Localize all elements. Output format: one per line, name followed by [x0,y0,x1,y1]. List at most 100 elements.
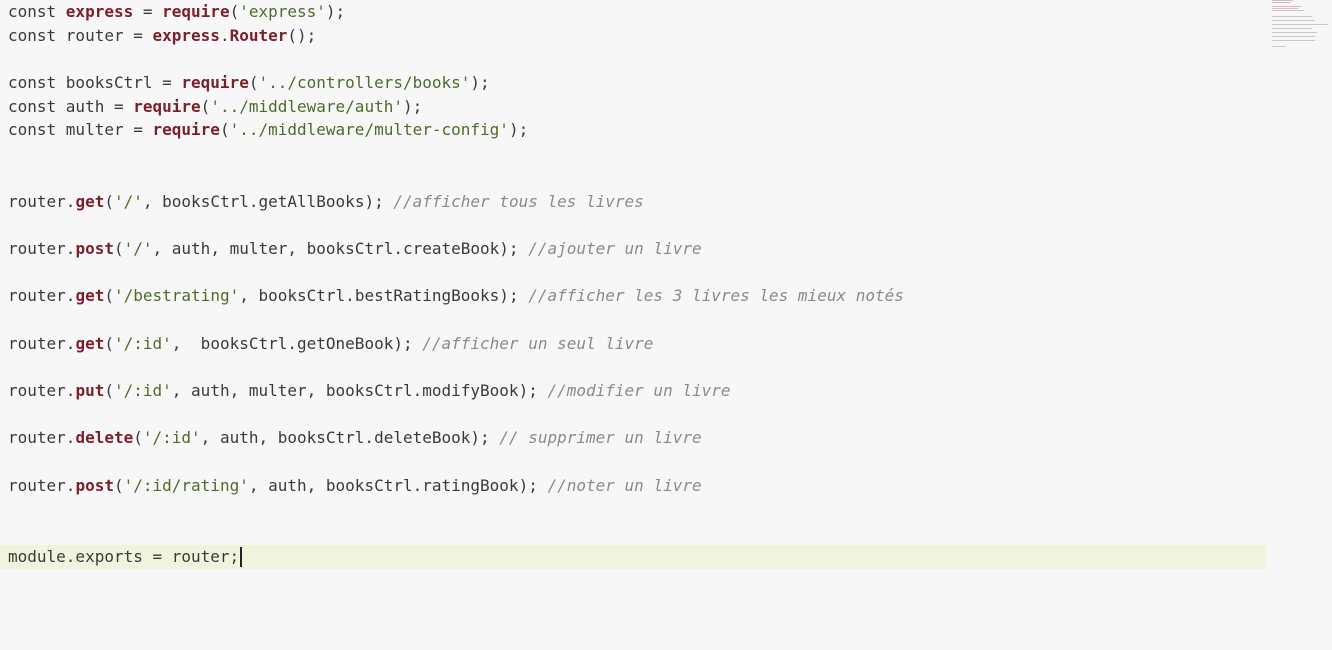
code-text: router. [8,333,76,353]
code-text: , booksCtrl.getOneBook); [171,333,423,353]
code-text: router. [8,381,76,400]
code-string: '../controllers/books' [258,73,471,93]
code-comment: //afficher les 3 livres les mieux notés [528,286,904,306]
code-comment: //noter un livre [547,475,702,495]
code-text: ); [470,73,490,93]
code-string: '../middleware/multer-config' [229,120,509,140]
code-line[interactable] [8,403,1268,427]
code-text: router. [8,191,76,211]
code-comment: //afficher un seul livre [422,333,654,353]
code-text: ( [200,96,211,116]
active-code-line[interactable]: module.exports = router; [0,544,1266,569]
code-comment: //ajouter un livre [528,238,702,258]
code-line[interactable]: const express = require('express'); [8,0,1268,24]
code-text: router. [8,238,76,258]
code-line[interactable]: router.get('/bestrating', booksCtrl.best… [8,284,1268,308]
code-line[interactable] [8,521,1268,545]
code-line[interactable] [8,355,1268,379]
code-line[interactable]: router.get('/', booksCtrl.getAllBooks); … [8,190,1268,214]
code-text: ); [325,2,346,21]
code-text: (); [287,25,317,45]
minimap-line [1272,20,1315,21]
code-line[interactable]: const router = express.Router(); [8,24,1268,48]
code-string: '/:id/rating' [123,475,249,495]
code-text: router. [8,428,76,448]
code-text: router. [8,286,76,306]
code-text: const router = [8,25,153,45]
code-text: ); [508,120,529,140]
code-line[interactable]: const multer = require('../middleware/mu… [8,118,1268,142]
code-line[interactable] [8,47,1268,71]
code-comment: //afficher tous les livres [393,191,644,211]
code-text: const auth = [8,96,134,116]
code-string: '/bestrating' [113,286,240,306]
minimap-line [1272,32,1317,33]
code-text: ( [104,286,114,306]
code-editor[interactable]: const express = require('express'); const… [0,0,1332,650]
minimap-line [1272,16,1312,17]
minimap-line [1272,46,1286,47]
minimap-line [1272,24,1328,25]
code-text: , booksCtrl.bestRatingBooks); [239,286,529,306]
code-keyword: Router [229,25,288,45]
code-text: ( [113,238,124,258]
code-keyword: express [65,2,134,21]
code-line[interactable]: const auth = require('../middleware/auth… [8,95,1268,119]
code-text: ( [104,381,114,400]
code-keyword: delete [75,428,134,448]
minimap-line [1272,8,1298,9]
code-line[interactable] [8,308,1268,332]
code-line[interactable]: router.put('/:id', auth, multer, booksCt… [8,379,1268,403]
code-text: , auth, multer, booksCtrl.modifyBook); [171,381,548,400]
minimap[interactable] [1272,0,1328,48]
code-string: '/' [123,238,153,258]
text-cursor [240,547,243,568]
code-text: ( [113,475,124,495]
code-keyword: require [181,73,249,93]
code-string: '/:id' [142,428,201,448]
code-text: = [133,2,163,21]
code-keyword: express [152,25,220,45]
code-text: ( [104,333,114,353]
code-keyword: post [75,475,114,495]
minimap-line [1272,10,1304,11]
code-string: '/' [113,191,143,211]
code-string: '../middleware/auth' [210,96,403,116]
code-line[interactable]: router.post('/', auth, multer, booksCtrl… [8,237,1268,261]
code-line[interactable]: router.delete('/:id', auth, booksCtrl.de… [8,426,1268,450]
minimap-line [1272,6,1302,7]
code-keyword: get [75,191,105,211]
minimap-line [1272,40,1315,41]
code-keyword: put [75,381,105,400]
code-line[interactable]: router.get('/:id', booksCtrl.getOneBook)… [8,332,1268,356]
minimap-line [1272,36,1315,37]
code-text: , booksCtrl.getAllBooks); [142,191,394,211]
code-comment: // supprimer un livre [499,428,702,448]
code-text: module.exports = router; [8,546,240,566]
code-keyword: require [162,2,230,21]
code-line[interactable]: const booksCtrl = require('../controller… [8,71,1268,95]
code-line[interactable] [8,497,1268,521]
code-text: , auth, multer, booksCtrl.createBook); [152,238,529,258]
code-text: ( [229,2,240,21]
code-text: ( [133,428,143,448]
code-text: const multer = [8,120,153,140]
code-line[interactable]: router.post('/:id/rating', auth, booksCt… [8,474,1268,498]
code-text: const [8,2,66,21]
code-line[interactable] [8,261,1268,285]
code-line[interactable] [8,450,1268,474]
code-keyword: post [75,238,114,258]
code-keyword: require [152,120,220,140]
code-text: ( [219,120,230,140]
code-keyword: get [75,286,105,306]
code-line[interactable] [8,213,1268,237]
code-area[interactable]: const express = require('express'); const… [0,0,1268,569]
minimap-line [1272,0,1293,1]
minimap-line [1272,28,1312,29]
code-line[interactable] [8,166,1268,190]
code-line[interactable] [8,142,1268,166]
code-text: ); [402,96,423,116]
code-keyword: get [75,333,105,353]
code-text: , auth, booksCtrl.deleteBook); [200,428,500,448]
code-text: router. [8,475,76,495]
